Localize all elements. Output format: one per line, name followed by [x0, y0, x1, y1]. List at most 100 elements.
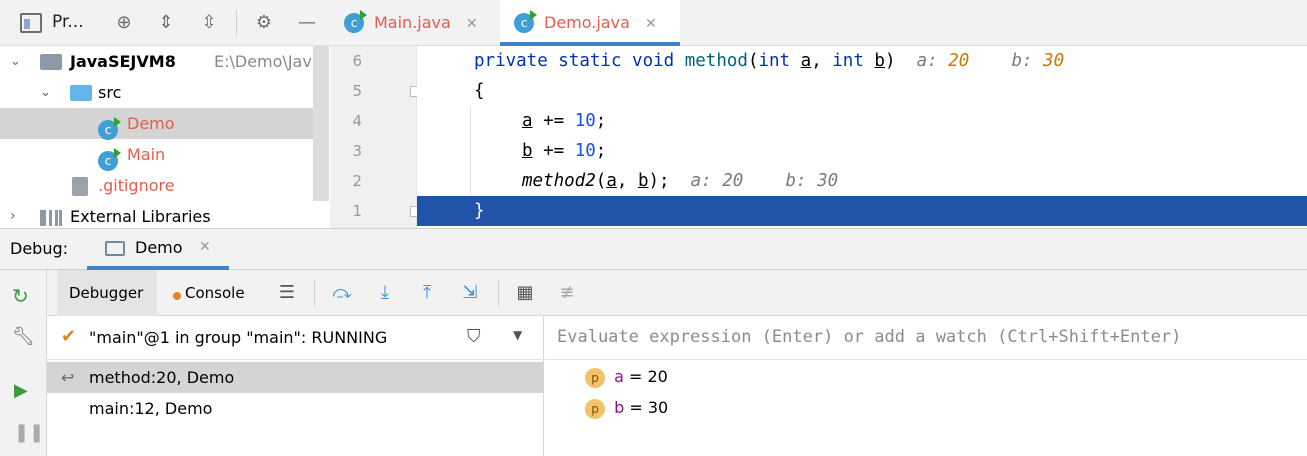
code-token: int [832, 51, 875, 71]
minimize-icon[interactable]: — [296, 12, 318, 34]
parameter-icon: p [585, 398, 605, 419]
tab-console[interactable]: Console [165, 270, 265, 316]
rerun-icon[interactable]: ↻ [12, 284, 29, 308]
line-number: 1 [352, 202, 362, 220]
console-status-icon [173, 292, 181, 300]
line-number: 6 [352, 52, 362, 70]
code-token: a [522, 111, 533, 131]
layout-menu-icon[interactable]: ☰ [275, 282, 299, 304]
code-token: ( [747, 51, 759, 71]
variables-panel: Evaluate expression (Enter) or add a wat… [545, 316, 1307, 456]
variable-value: 30 [647, 398, 669, 417]
project-path: E:\Demo\Jav [214, 52, 312, 71]
module-folder-icon [40, 54, 62, 70]
thread-label: "main"@1 in group "main": RUNNING [89, 328, 388, 347]
step-over-icon[interactable]: ⤼ [330, 282, 354, 304]
tab-main-java[interactable]: c Main.java ✕ [330, 0, 500, 46]
toolbar-divider [236, 10, 237, 36]
code-token: ; [595, 111, 607, 131]
tree-item-project[interactable]: ⌄ JavaSEJVM8 E:\Demo\Jav [0, 46, 313, 77]
code-token: int [758, 51, 801, 71]
inline-hint: a: [916, 51, 949, 71]
line-number: 4 [352, 112, 362, 130]
variable-row[interactable]: p b = 30 [585, 395, 668, 421]
inline-hint-value: 20 [948, 51, 970, 71]
close-icon[interactable]: ✕ [645, 16, 657, 32]
step-into-icon[interactable]: ⤓ [373, 282, 397, 304]
tab-demo-java[interactable]: c Demo.java ✕ [500, 0, 680, 46]
expand-all-icon[interactable]: ⇕ [155, 12, 177, 34]
trace-stream-icon[interactable]: ≢ [555, 282, 579, 304]
frame-item[interactable]: ↩ method:20, Demo [47, 362, 544, 393]
chevron-down-icon[interactable]: ⌄ [10, 46, 21, 77]
toolbar-divider [314, 280, 315, 306]
variable-row[interactable]: p a = 20 [585, 364, 668, 390]
project-toolbar: Pr... ⊕ ⇕ ⇳ ⚙ — [0, 0, 330, 46]
evaluate-input[interactable]: Evaluate expression (Enter) or add a wat… [545, 316, 1307, 360]
code-token: a [606, 171, 617, 191]
run-to-cursor-icon[interactable]: ⇲ [458, 282, 482, 304]
resume-icon[interactable]: ▶ [14, 380, 28, 401]
thread-selector[interactable]: ✔ "main"@1 in group "main": RUNNING ⛉ ▼ [47, 316, 544, 360]
src-label: src [98, 83, 122, 102]
close-icon[interactable]: ✕ [466, 16, 478, 32]
code-token: b [522, 141, 533, 161]
project-panel-title[interactable]: Pr... [52, 12, 84, 32]
line-number: 2 [352, 172, 362, 190]
gear-icon[interactable]: ⚙ [253, 12, 275, 34]
chevron-down-icon[interactable]: ▼ [513, 328, 522, 342]
code-token: , [616, 171, 638, 191]
project-view-icon[interactable] [20, 13, 42, 33]
code-token: method2 [522, 171, 596, 191]
debug-label: Debug: [10, 239, 69, 258]
locate-icon[interactable]: ⊕ [113, 12, 135, 34]
code-line: { [417, 76, 1307, 106]
chevron-down-icon[interactable]: ⌄ [40, 77, 51, 108]
inline-hint-value: 30 [1043, 51, 1065, 71]
code-token: method [684, 51, 748, 71]
collapse-all-icon[interactable]: ⇳ [198, 12, 220, 34]
main-label: Main [127, 145, 166, 164]
close-icon[interactable]: ✕ [199, 239, 211, 255]
tree-item-demo[interactable]: c Demo [0, 108, 313, 140]
evaluate-expression-icon[interactable]: ▦ [513, 282, 537, 304]
debug-session-tab[interactable]: Demo ✕ [87, 229, 229, 270]
tree-item-gitignore[interactable]: .gitignore [0, 170, 313, 201]
return-arrow-icon: ↩ [61, 368, 75, 387]
debugger-tab-label: Debugger [69, 284, 144, 302]
external-libraries-label: External Libraries [70, 207, 211, 226]
code-token: += [532, 111, 575, 131]
frame-label: main:12, Demo [89, 399, 213, 418]
step-out-icon[interactable]: ⤒ [415, 282, 439, 304]
debug-header: Debug: Demo ✕ [0, 228, 1307, 270]
tab-debugger[interactable]: Debugger [57, 270, 157, 316]
filter-icon[interactable]: ⛉ [467, 326, 481, 347]
code-token: ); [648, 171, 670, 191]
tree-item-src[interactable]: ⌄ src [0, 77, 313, 108]
parameter-icon: p [585, 367, 605, 388]
pause-icon[interactable]: ❚❚ [14, 422, 44, 443]
chevron-right-icon[interactable]: › [10, 201, 16, 228]
frames-panel: ✔ "main"@1 in group "main": RUNNING ⛉ ▼ … [47, 316, 544, 456]
class-icon: c [514, 10, 537, 33]
code-token: , [811, 51, 833, 71]
tab-demo-label: Demo.java [544, 13, 630, 32]
toolbar-divider [498, 280, 499, 306]
code-line: private static void method(int a, int b)… [417, 46, 1307, 76]
tree-item-main[interactable]: c Main [0, 139, 313, 171]
code-editor[interactable]: private static void method(int a, int b)… [417, 46, 1307, 228]
inline-hint: b: [1011, 51, 1044, 71]
line-number: 5 [352, 82, 362, 100]
tree-item-external-libraries[interactable]: › External Libraries [0, 201, 313, 228]
code-token: 10 [574, 141, 596, 161]
code-token: b [637, 171, 649, 191]
modify-run-config-icon[interactable]: 🔧︎ [12, 326, 35, 347]
project-scrollbar[interactable] [313, 46, 329, 201]
variable-value: 20 [647, 367, 668, 386]
checkmark-icon: ✔ [61, 326, 77, 347]
line-number: 3 [352, 142, 362, 160]
code-line: b += 10; [417, 136, 1307, 166]
frame-item[interactable]: main:12, Demo [47, 393, 544, 424]
code-token: ; [595, 141, 607, 161]
code-token: += [532, 141, 575, 161]
